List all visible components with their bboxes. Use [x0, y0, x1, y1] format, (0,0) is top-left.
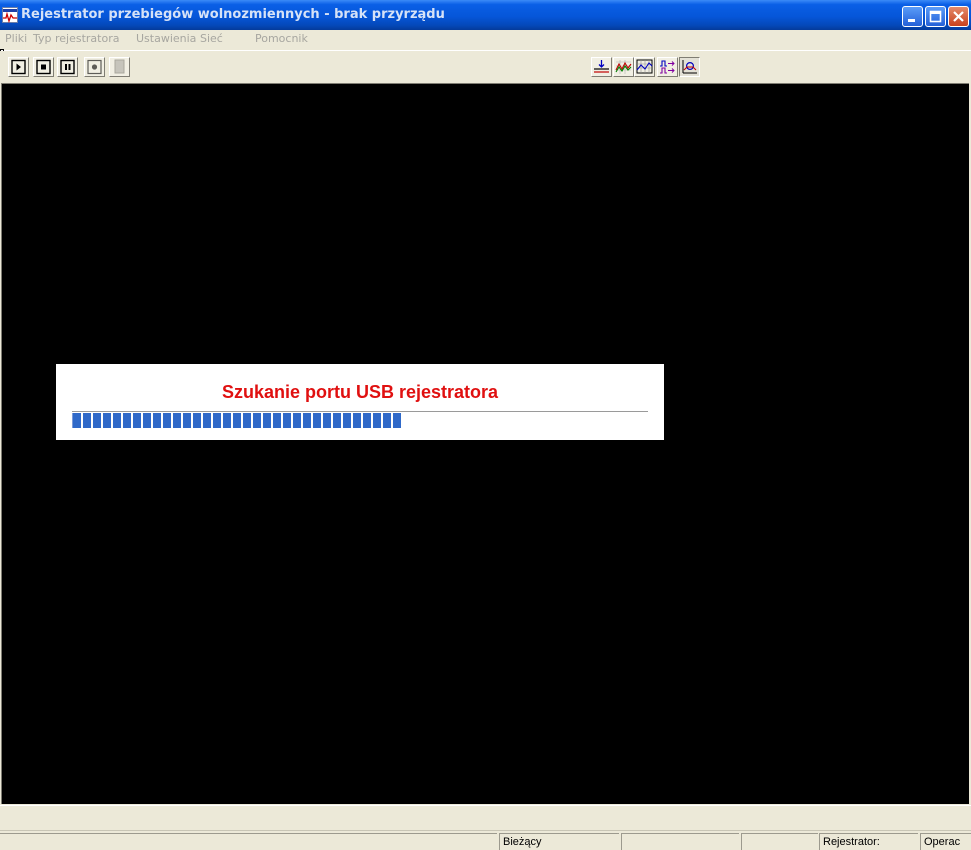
progress-fill	[72, 413, 401, 428]
zoom-chart-button[interactable]	[679, 57, 700, 77]
toolbar	[0, 51, 971, 82]
status-panel-recorder: Rejestrator:	[819, 833, 918, 850]
stop-icon	[36, 59, 51, 75]
menu-pomocnik[interactable]: Pomocnik	[255, 32, 308, 45]
blank-page-icon	[114, 59, 125, 74]
plot-area[interactable]	[1, 83, 969, 804]
zoom-chart-icon	[682, 60, 697, 74]
menu-ustawienia[interactable]: Ustawienia	[136, 32, 196, 45]
record-button[interactable]	[84, 57, 105, 77]
signal-arrow-button[interactable]	[657, 57, 678, 77]
chart-grid-button[interactable]	[634, 57, 655, 77]
menu-pliki[interactable]: Pliki	[5, 32, 27, 45]
window-title: Rejestrator przebiegów wolnozmiennych - …	[21, 7, 445, 22]
record-icon	[87, 59, 102, 75]
menu-typ-rejestratora[interactable]: Typ rejestratora	[33, 32, 119, 45]
waveform-grid-icon	[615, 60, 632, 74]
marker-line-button[interactable]	[591, 57, 612, 77]
pause-icon	[60, 59, 75, 75]
blank-page-button[interactable]	[109, 57, 130, 77]
stop-button[interactable]	[33, 57, 54, 77]
title-bar[interactable]: Rejestrator przebiegów wolnozmiennych - …	[0, 0, 971, 30]
maximize-button[interactable]	[925, 6, 946, 27]
signal-arrow-icon	[660, 60, 675, 74]
menu-siec[interactable]: Sieć	[200, 32, 223, 45]
status-panel-main	[0, 833, 497, 850]
status-panel-empty-2	[741, 833, 818, 850]
dialog-title: Szukanie portu USB rejestratora	[221, 382, 499, 402]
progress-bar	[72, 413, 648, 428]
close-button[interactable]	[948, 6, 969, 27]
minimize-button[interactable]	[902, 6, 923, 27]
waveform-grid-button[interactable]	[613, 57, 634, 77]
marker-line-icon	[594, 60, 609, 73]
play-button[interactable]	[8, 57, 29, 77]
dialog-divider	[72, 411, 648, 412]
status-panel-current: Bieżący	[499, 833, 619, 850]
play-icon	[11, 59, 26, 75]
lower-strip	[0, 805, 971, 830]
menu-bar: Pliki Typ rejestratora Ustawienia Sieć P…	[0, 30, 971, 51]
pause-button[interactable]	[57, 57, 78, 77]
usb-search-dialog: Szukanie portu USB rejestratora	[56, 364, 664, 440]
waveform-app-icon[interactable]	[2, 7, 18, 24]
status-bar: Bieżący Rejestrator: Operac	[0, 830, 971, 850]
status-panel-operation: Operac	[920, 833, 971, 850]
chart-grid-icon	[636, 59, 653, 74]
status-panel-empty-1	[621, 833, 739, 850]
